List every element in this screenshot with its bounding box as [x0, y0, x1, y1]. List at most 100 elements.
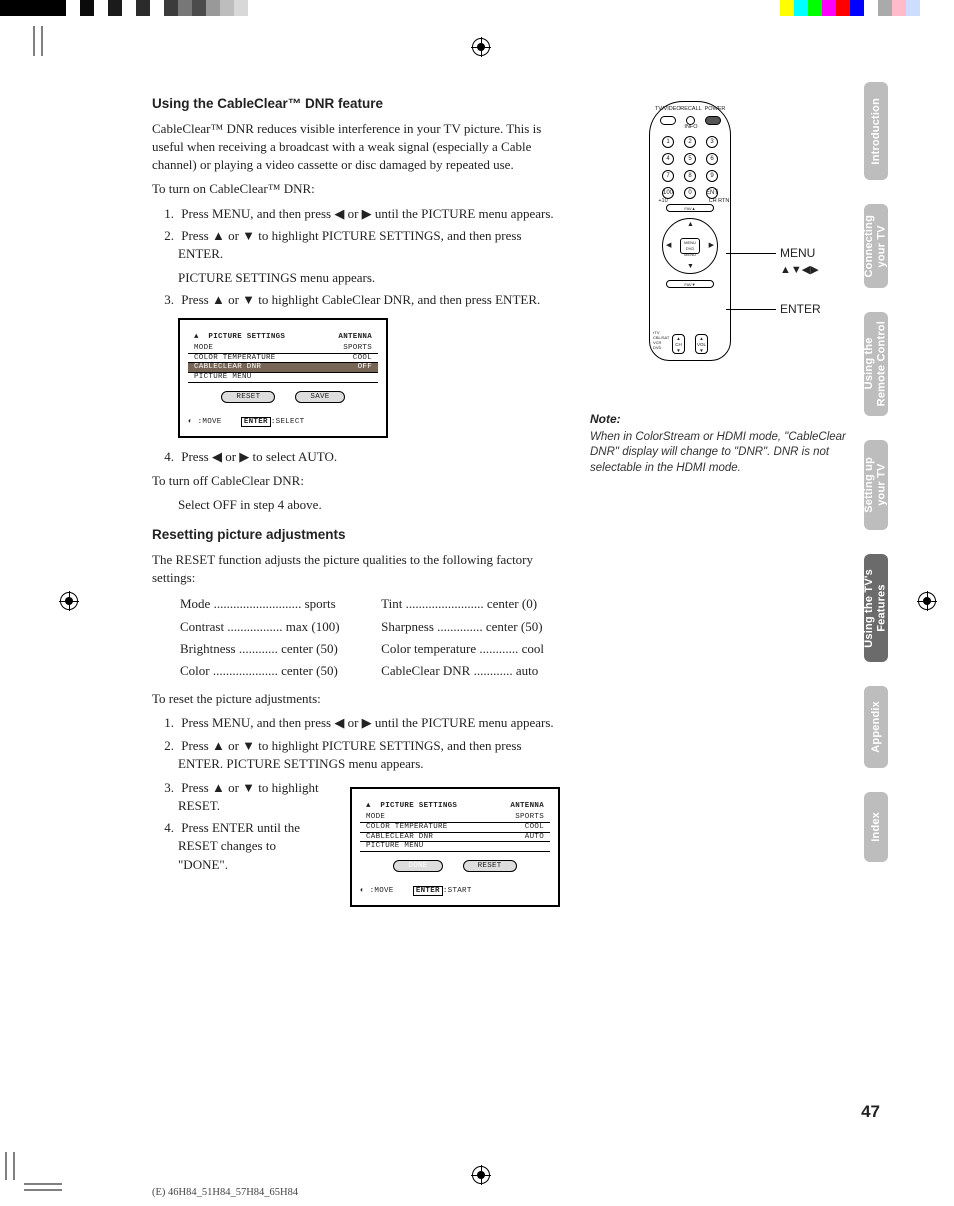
keypad-button-icon: 2 — [684, 136, 696, 148]
osd-reset-button: RESET — [463, 860, 517, 873]
registration-mark-top — [472, 38, 490, 56]
step-text: Press ◀ or ▶ to select AUTO. — [181, 449, 337, 464]
page-number: 47 — [861, 1100, 880, 1124]
osd-row: PICTURE MENU — [360, 842, 550, 852]
osd-reset-button: RESET — [221, 391, 275, 404]
dnr-steps-list: 1. Press MENU, and then press ◀ or ▶ unt… — [152, 205, 560, 264]
dpad-icon: ▲ ▼ ◀ ▶ MENUDVD MENU — [662, 218, 718, 274]
osd-row: COLOR TEMPERATURECOOL — [188, 354, 378, 364]
annotation-enter: ENTER — [780, 301, 821, 318]
keypad-button-icon: 5 — [684, 153, 696, 165]
list-item: 3. Press ▲ or ▼ to highlight CableClear … — [178, 291, 560, 309]
note-text: When in ColorStream or HDMI mode, "Cable… — [590, 430, 870, 477]
keypad-button-icon: 9 — [706, 170, 718, 182]
heading-dnr: Using the CableClear™ DNR feature — [152, 95, 560, 114]
dnr-intro-text: CableClear™ DNR reduces visible interfer… — [152, 120, 560, 175]
remote-label: INFO — [679, 124, 703, 132]
registration-mark-right — [918, 592, 936, 610]
osd-subtitle: ANTENNA — [338, 332, 372, 343]
section-tabs: IntroductionConnectingyour TVUsing theRe… — [864, 82, 888, 886]
remote-label: RECALL — [679, 106, 703, 114]
remote-diagram: TV/VIDEO RECALL POWER INFO 1234567891000… — [630, 101, 750, 361]
top-color-bar — [0, 0, 954, 16]
keypad-button-icon: 7 — [662, 170, 674, 182]
step-text: Press ▲ or ▼ to highlight CableClear DNR… — [181, 292, 540, 307]
dnr-turnoff-step: Select OFF in step 4 above. — [152, 496, 560, 514]
osd-picture-settings-1: ▲ PICTURE SETTINGS ANTENNA MODESPORTSCOL… — [178, 318, 388, 438]
annotation-menu: MENU — [780, 245, 815, 262]
table-cell: Sharpness .............. center (50) — [381, 618, 584, 638]
osd-row: PICTURE MENU — [188, 373, 378, 383]
dnr-turnon-label: To turn on CableClear™ DNR: — [152, 180, 560, 198]
crop-mark-icon — [4, 1150, 68, 1194]
section-tab: Connectingyour TV — [864, 204, 888, 288]
table-cell: CableClear DNR ............ auto — [381, 662, 584, 682]
remote-label: CH RTN — [707, 198, 731, 206]
registration-mark-bottom — [472, 1166, 490, 1184]
osd-row: CABLECLEAR DNRAUTO — [360, 833, 550, 843]
fav-down-button-icon: FAV▼ — [666, 280, 714, 288]
osd-save-button: SAVE — [295, 391, 344, 404]
remote-label: POWER — [703, 106, 727, 114]
table-cell: Brightness ............ center (50) — [180, 640, 379, 660]
osd-done-button: DONE — [393, 860, 442, 873]
step-text: Press MENU, and then press ◀ or ▶ until … — [181, 206, 553, 221]
defaults-table: Mode ........................... sports … — [178, 593, 586, 684]
volume-button-icon: ▲VOL▼ — [695, 334, 708, 354]
step-text: Press MENU, and then press ◀ or ▶ until … — [181, 715, 553, 730]
list-item: 2. Press ▲ or ▼ to highlight PICTURE SET… — [178, 737, 560, 773]
osd-title: PICTURE SETTINGS — [380, 802, 457, 810]
annotation-arrows: ▲▼◀▶ — [780, 263, 819, 278]
registration-mark-left — [60, 592, 78, 610]
table-cell: Color temperature ............ cool — [381, 640, 584, 660]
list-item: 2. Press ▲ or ▼ to highlight PICTURE SET… — [178, 227, 560, 263]
power-button-icon — [705, 116, 721, 125]
table-cell: Color .................... center (50) — [180, 662, 379, 682]
keypad-button-icon: 1 — [662, 136, 674, 148]
section-tab: Setting upyour TV — [864, 440, 888, 530]
keypad-button-icon: 0 — [684, 187, 696, 199]
keypad-button-icon: 4 — [662, 153, 674, 165]
keypad-button-icon: 8 — [684, 170, 696, 182]
reset-intro-text: The RESET function adjusts the picture q… — [152, 551, 560, 587]
mode-selector-icon: ▪TV CBL/SAT VCR DVD — [653, 330, 669, 350]
heading-reset: Resetting picture adjustments — [152, 526, 560, 545]
note-block: Note: When in ColorStream or HDMI mode, … — [590, 411, 870, 476]
osd-subtitle: ANTENNA — [510, 801, 544, 812]
osd-row: MODESPORTS — [360, 813, 550, 823]
step-text: Press ▲ or ▼ to highlight PICTURE SETTIN… — [178, 738, 522, 771]
list-item: 4. Press ENTER until the RESET changes t… — [178, 819, 322, 874]
dnr-step2-sub: PICTURE SETTINGS menu appears. — [152, 269, 560, 287]
section-tab: Index — [864, 792, 888, 862]
list-item: 3. Press ▲ or ▼ to highlight RESET. — [178, 779, 322, 815]
keypad-button-icon: 3 — [706, 136, 718, 148]
reset-steps-list: 1. Press MENU, and then press ◀ or ▶ unt… — [152, 714, 560, 773]
osd-row: COLOR TEMPERATURECOOL — [360, 823, 550, 833]
dnr-step4-list: 4. Press ◀ or ▶ to select AUTO. — [152, 448, 560, 466]
step-text: Press ▲ or ▼ to highlight RESET. — [178, 780, 319, 813]
table-cell: Contrast ................. max (100) — [180, 618, 379, 638]
osd-row: MODESPORTS — [188, 344, 378, 354]
keypad-button-icon: 6 — [706, 153, 718, 165]
tv-video-button-icon — [660, 116, 676, 125]
note-title: Note: — [590, 411, 870, 428]
remote-label: +10 — [651, 198, 675, 206]
list-item: 1. Press MENU, and then press ◀ or ▶ unt… — [178, 205, 560, 223]
osd-hint: ◐ :MOVE ENTER:SELECT — [188, 417, 378, 428]
section-tab: Using theRemote Control — [864, 312, 888, 416]
list-item: 1. Press MENU, and then press ◀ or ▶ unt… — [178, 714, 560, 732]
dnr-turnoff-label: To turn off CableClear DNR: — [152, 472, 560, 490]
list-item: 4. Press ◀ or ▶ to select AUTO. — [178, 448, 560, 466]
crop-mark-icon — [32, 16, 76, 60]
osd-picture-settings-2: ▲ PICTURE SETTINGS ANTENNA MODESPORTSCOL… — [350, 787, 560, 907]
table-cell: Mode ........................... sports — [180, 595, 379, 615]
osd-hint: ◐ :MOVE ENTER:START — [360, 886, 550, 897]
section-tab: Appendix — [864, 686, 888, 768]
step-text: Press ▲ or ▼ to highlight PICTURE SETTIN… — [178, 228, 522, 261]
osd-row: CABLECLEAR DNROFF — [188, 363, 378, 373]
dnr-steps-list-2: 3. Press ▲ or ▼ to highlight CableClear … — [152, 291, 560, 309]
section-tab: Using the TV'sFeatures — [864, 554, 888, 662]
step-text: Press ENTER until the RESET changes to "… — [178, 820, 300, 871]
reset-steps-list-2: 3. Press ▲ or ▼ to highlight RESET. 4. P… — [152, 779, 322, 874]
channel-button-icon: ▲CH▼ — [672, 334, 685, 354]
